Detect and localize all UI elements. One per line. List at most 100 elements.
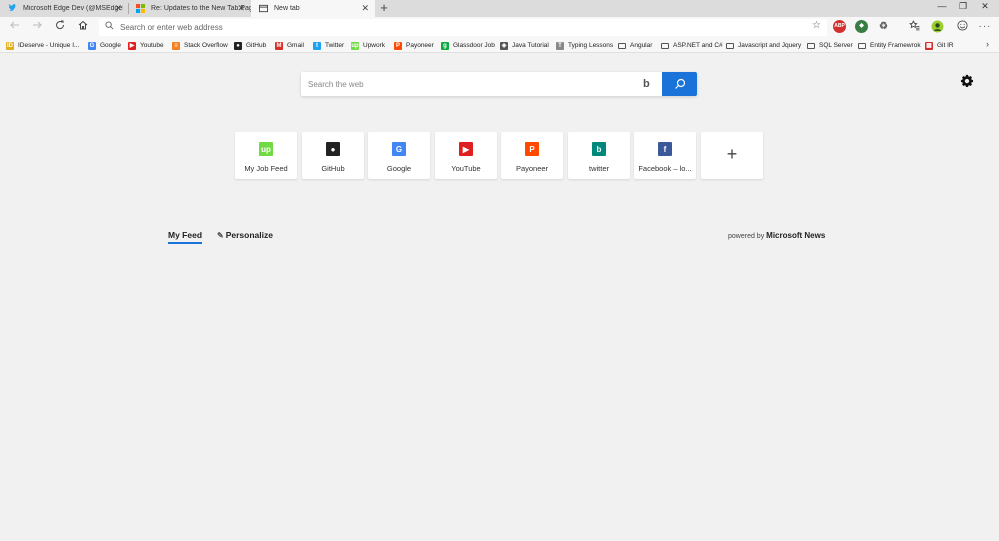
- refresh-button[interactable]: [53, 20, 67, 34]
- top-site-tile[interactable]: b twitter: [568, 132, 630, 179]
- close-icon[interactable]: ✕: [114, 3, 122, 14]
- bookmark-label: Typing Lessons: [568, 42, 614, 49]
- tab-newtab[interactable]: New tab ✕: [251, 0, 375, 17]
- top-site-tile[interactable]: ● GitHub: [302, 132, 364, 179]
- back-button[interactable]: [8, 20, 22, 34]
- profile-avatar[interactable]: [930, 20, 944, 34]
- favorites-icon[interactable]: [907, 20, 921, 34]
- bookmark-item[interactable]: ● GitHub: [234, 40, 266, 51]
- close-icon[interactable]: ✕: [237, 3, 245, 14]
- extension-icon[interactable]: ♻: [877, 20, 890, 33]
- close-window-button[interactable]: ✕: [979, 1, 991, 12]
- bookmark-favicon-icon: ▶: [128, 41, 136, 50]
- top-site-label: YouTube: [451, 164, 481, 173]
- adblock-extension-icon[interactable]: ABP: [833, 20, 846, 33]
- add-site-tile[interactable]: +: [701, 132, 763, 179]
- bookmark-label: GitHub: [246, 42, 267, 49]
- bookmark-favicon-icon: up: [351, 41, 359, 50]
- address-bar[interactable]: ☆: [99, 19, 827, 36]
- bookmark-item[interactable]: P Payoneer: [394, 40, 434, 51]
- bookmark-item[interactable]: ▶ Youtube: [128, 40, 164, 51]
- microsoft-icon: [136, 4, 145, 13]
- web-search-box[interactable]: b: [301, 72, 697, 96]
- top-site-tile[interactable]: f Facebook – lo...: [634, 132, 696, 179]
- bookmark-favicon-icon: ●: [234, 41, 242, 50]
- tab-my-feed[interactable]: My Feed: [168, 230, 203, 244]
- tab-updates[interactable]: Re: Updates to the New Tab Page ✕: [128, 0, 251, 17]
- bookmark-item[interactable]: g Glassdoor Job: [441, 40, 495, 51]
- home-button[interactable]: [76, 20, 90, 34]
- web-search-input[interactable]: [308, 77, 628, 91]
- top-site-label: GitHub: [321, 164, 345, 173]
- bookmark-label: Entity Framewrok: [870, 42, 921, 49]
- bookmark-item[interactable]: T Typing Lessons: [556, 40, 613, 51]
- bookmark-item[interactable]: ≡ Stack Overflow: [172, 40, 228, 51]
- bookmark-label: SQL Server: [819, 42, 853, 49]
- bookmark-item[interactable]: up Upwork: [351, 40, 385, 51]
- address-input[interactable]: [120, 21, 800, 34]
- bookmark-item[interactable]: Javascript and Jquery: [726, 40, 801, 51]
- bookmark-item[interactable]: Entity Framewrok: [858, 40, 921, 51]
- site-logo-icon: f: [658, 142, 672, 156]
- bookmark-item[interactable]: SQL Server: [807, 40, 853, 51]
- top-site-label: twitter: [588, 164, 609, 173]
- folder-icon: [661, 42, 669, 49]
- top-site-tile[interactable]: up My Job Feed: [235, 132, 297, 179]
- restore-button[interactable]: ❐: [957, 1, 969, 12]
- top-site-tile[interactable]: G Google: [368, 132, 430, 179]
- tab-msedgedev[interactable]: Microsoft Edge Dev (@MSEdgeD... ✕: [0, 0, 128, 17]
- bookmarks-bar: ID IDeserve - Unique I... G Google ▶ Youtube ≡…: [0, 38, 999, 53]
- bookmark-item[interactable]: ASP.NET and C#: [661, 40, 723, 51]
- more-menu-icon[interactable]: ···: [978, 20, 992, 34]
- personalize-label: Personalize: [225, 230, 273, 240]
- bookmarks-overflow-icon[interactable]: ›: [986, 39, 989, 49]
- bookmark-item[interactable]: t Twitter: [313, 40, 344, 51]
- site-logo-icon: ●: [326, 142, 340, 156]
- feedback-smiley-icon[interactable]: [955, 20, 969, 34]
- bookmark-item[interactable]: G Google: [88, 40, 121, 51]
- powered-by-msn: powered by Microsoft News: [728, 231, 825, 240]
- pencil-icon: ✎: [217, 230, 224, 240]
- bookmark-label: Java Tutorial: [512, 42, 549, 49]
- bookmark-favicon-icon: t: [313, 41, 321, 50]
- forward-arrow-icon: [33, 21, 42, 29]
- search-button[interactable]: [662, 72, 697, 96]
- close-icon[interactable]: ✕: [361, 3, 369, 14]
- bookmark-label: Javascript and Jquery: [738, 42, 802, 49]
- plus-icon: +: [726, 144, 738, 164]
- bookmark-item[interactable]: ◈ Java Tutorial: [500, 40, 549, 51]
- bookmark-label: Youtube: [140, 42, 164, 49]
- top-site-label: Payoneer: [515, 164, 549, 173]
- bookmark-item[interactable]: Angular: [618, 40, 652, 51]
- top-site-tile[interactable]: ▶ YouTube: [435, 132, 497, 179]
- bookmark-item[interactable]: ▦ Git IR: [925, 40, 954, 51]
- bookmark-item[interactable]: ID IDeserve - Unique I...: [6, 40, 79, 51]
- new-tab-button[interactable]: +: [377, 1, 391, 15]
- bookmark-label: Glassdoor Job: [453, 42, 495, 49]
- bookmark-favicon-icon: g: [441, 41, 449, 50]
- folder-icon: [618, 42, 626, 49]
- bookmark-label: Twitter: [325, 42, 345, 49]
- bookmark-label: Stack Overflow: [184, 42, 228, 49]
- top-site-tile[interactable]: P Payoneer: [501, 132, 563, 179]
- provider-name: Microsoft News: [766, 231, 826, 240]
- site-logo-icon: G: [392, 142, 406, 156]
- favorite-star-icon[interactable]: ☆: [812, 20, 821, 31]
- bing-logo-icon: b: [643, 78, 650, 90]
- forward-button[interactable]: [30, 20, 44, 34]
- personalize-button[interactable]: ✎ Personalize: [217, 230, 273, 240]
- bookmark-favicon-icon: P: [394, 41, 402, 50]
- back-arrow-icon: [10, 21, 19, 29]
- site-logo-icon: b: [592, 142, 606, 156]
- bookmark-favicon-icon: ▦: [925, 41, 933, 50]
- gear-icon[interactable]: [958, 74, 976, 92]
- bookmark-item[interactable]: M Gmail: [275, 40, 304, 51]
- bookmark-label: IDeserve - Unique I...: [18, 42, 80, 49]
- bookmark-label: Payoneer: [406, 42, 434, 49]
- minimize-button[interactable]: —: [936, 1, 948, 11]
- top-site-label: Google: [386, 164, 412, 173]
- tab-label: Re: Updates to the New Tab Page: [151, 5, 251, 12]
- extension-icon[interactable]: ◆: [855, 20, 868, 33]
- top-site-label: Facebook – lo...: [638, 164, 692, 173]
- site-logo-icon: up: [259, 142, 273, 156]
